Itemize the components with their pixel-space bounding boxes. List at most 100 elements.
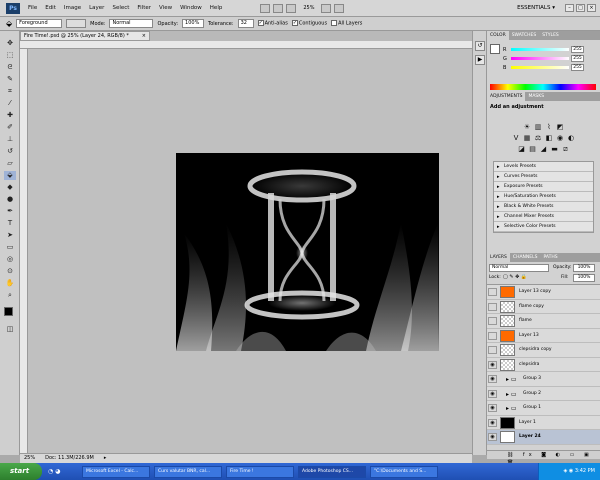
eye-icon[interactable]: ◉ (488, 433, 497, 441)
hidden-eye-icon[interactable] (488, 288, 497, 296)
maximize-icon[interactable]: □ (576, 4, 585, 12)
layer-row[interactable]: ◉ clepsidra (487, 357, 600, 372)
type-tool-icon[interactable]: T (4, 219, 16, 228)
dodge-tool-icon[interactable]: ● (4, 195, 16, 204)
layer-row[interactable]: flame copy (487, 299, 600, 314)
contiguous-checkbox[interactable]: Contiguous (291, 20, 327, 27)
paint-bucket-tool-icon[interactable]: ⬙ (4, 171, 16, 180)
taskbar-item-explorer[interactable]: "C:\Documents and S... (370, 465, 438, 478)
tab-paths[interactable]: PATHS (540, 253, 560, 262)
eraser-tool-icon[interactable]: ▱ (4, 159, 16, 168)
folder-icon[interactable]: ▸ ▭ (506, 391, 517, 398)
lock-icons[interactable]: ▢ ✎ ✥ 🔒 (503, 274, 527, 280)
layer-row[interactable]: ◉ ▸ ▭ Group 1 (487, 401, 600, 416)
blue-slider[interactable] (511, 66, 569, 69)
tab-masks[interactable]: MASKS (525, 92, 547, 101)
curves-icon[interactable]: ⌇ (545, 123, 553, 131)
menu-layer[interactable]: Layer (85, 5, 108, 11)
black-white-icon[interactable]: ◧ (545, 134, 553, 142)
healing-tool-icon[interactable]: ✚ (4, 111, 16, 120)
red-value[interactable]: 255 (571, 46, 584, 53)
mini-bridge-icon[interactable] (273, 3, 284, 13)
tab-adjustments[interactable]: ADJUSTMENTS (487, 92, 526, 101)
hand-tool-icon[interactable]: ✋ (4, 279, 16, 288)
selective-color-icon[interactable]: ⧄ (562, 145, 570, 153)
workspace-switcher[interactable]: ESSENTIALS ▾ (517, 5, 555, 11)
mode-select[interactable]: Normal (109, 19, 154, 28)
arrange-icon[interactable] (321, 3, 332, 13)
brush-tool-icon[interactable]: ✐ (4, 123, 16, 132)
screen-mode-icon[interactable] (334, 3, 345, 13)
zoom-tool-icon[interactable]: ⌕ (4, 291, 16, 300)
menu-image[interactable]: Image (60, 5, 85, 11)
layer-row[interactable]: flame (487, 314, 600, 329)
color-balance-icon[interactable]: ⚖ (534, 134, 542, 142)
tab-channels[interactable]: CHANNELS (510, 253, 541, 262)
paint-bucket-icon[interactable]: ⬙ (6, 19, 12, 28)
layer-row[interactable]: ◉ Layer 24 (487, 430, 600, 445)
folder-icon[interactable]: ▸ ▭ (506, 405, 517, 412)
menu-select[interactable]: Select (108, 5, 133, 11)
taskbar-item-excel[interactable]: Microsoft Excel - Calc... (82, 465, 150, 478)
menu-edit[interactable]: Edit (41, 5, 60, 11)
eye-icon[interactable]: ◉ (488, 404, 497, 412)
all-layers-checkbox[interactable]: All Layers (331, 20, 362, 27)
preset-selective-color[interactable]: Selective Color Presets (494, 222, 593, 232)
hidden-eye-icon[interactable] (488, 331, 497, 340)
actions-panel-icon[interactable]: ▶ (475, 55, 485, 65)
close-tab-icon[interactable]: × (142, 32, 146, 40)
hidden-eye-icon[interactable] (488, 346, 497, 354)
tab-styles[interactable]: STYLES (539, 31, 562, 40)
layer-fill-input[interactable]: 100% (573, 274, 595, 282)
history-panel-icon[interactable]: ↺ (475, 41, 485, 51)
3d-rotate-tool-icon[interactable]: ◎ (4, 255, 16, 264)
folder-icon[interactable]: ▸ ▭ (506, 376, 517, 383)
threshold-icon[interactable]: ◢ (540, 145, 548, 153)
antialias-checkbox[interactable]: Anti-alias (257, 20, 288, 27)
channel-mixer-icon[interactable]: ◐ (567, 134, 575, 142)
marquee-tool-icon[interactable]: ⬚ (4, 51, 16, 60)
tab-swatches[interactable]: SWATCHES (509, 31, 540, 40)
brightness-icon[interactable]: ☀ (523, 123, 531, 131)
green-value[interactable]: 255 (571, 55, 584, 62)
status-arrow-icon[interactable]: ▸ (104, 454, 107, 463)
tolerance-input[interactable]: 32 (237, 19, 254, 28)
menu-help[interactable]: Help (206, 5, 227, 11)
document-tab[interactable]: Fire Time!.psd @ 25% (Layer 24, RGB/8) *… (20, 31, 150, 41)
hidden-eye-icon[interactable] (488, 317, 497, 325)
posterize-icon[interactable]: ▤ (529, 145, 537, 153)
taskbar-item-fire-time[interactable]: Fire Time ! (226, 465, 294, 478)
close-icon[interactable]: × (587, 4, 596, 12)
start-button[interactable]: start (0, 463, 42, 480)
tray-clock[interactable]: 3:42 PM (575, 468, 595, 474)
preset-levels[interactable]: Levels Presets (494, 162, 593, 172)
menu-file[interactable]: File (24, 5, 41, 11)
quick-select-tool-icon[interactable]: ✎ (4, 75, 16, 84)
pen-tool-icon[interactable]: ✒ (4, 207, 16, 216)
layer-row[interactable]: Layer 13 (487, 328, 600, 343)
zoom-level[interactable]: 25% (303, 5, 314, 11)
blend-mode-select[interactable]: Normal (489, 264, 549, 272)
hue-saturation-icon[interactable]: ▦ (523, 134, 531, 142)
preset-hue-saturation[interactable]: Hue/Saturation Presets (494, 192, 593, 202)
taskbar-item-browser[interactable]: Curs valutar BNR, cal... (154, 465, 222, 478)
minimize-icon[interactable]: – (565, 4, 574, 12)
blue-value[interactable]: 255 (571, 64, 584, 71)
layer-opacity-input[interactable]: 100% (573, 264, 595, 272)
preset-black-white[interactable]: Black & White Presets (494, 202, 593, 212)
clone-stamp-tool-icon[interactable]: ⊥ (4, 135, 16, 144)
gradient-map-icon[interactable]: ▬ (551, 145, 559, 153)
invert-icon[interactable]: ◪ (518, 145, 526, 153)
path-select-tool-icon[interactable]: ➤ (4, 231, 16, 240)
history-brush-tool-icon[interactable]: ↺ (4, 147, 16, 156)
preset-exposure[interactable]: Exposure Presets (494, 182, 593, 192)
tab-layers[interactable]: LAYERS (487, 253, 510, 262)
layers-footer-icons[interactable]: ⛓ fx ◙ ◐ ▭ ▣ 🗑 (487, 450, 600, 466)
layer-row[interactable]: ◉ Layer 1 (487, 415, 600, 430)
move-tool-icon[interactable]: ✥ (4, 39, 16, 48)
tray-icons[interactable]: ◈ ◉ (563, 468, 574, 474)
document-canvas[interactable] (176, 153, 439, 351)
eye-icon[interactable]: ◉ (488, 375, 497, 383)
layer-row[interactable]: ◉ ▸ ▭ Group 2 (487, 386, 600, 401)
preset-channel-mixer[interactable]: Channel Mixer Presets (494, 212, 593, 222)
